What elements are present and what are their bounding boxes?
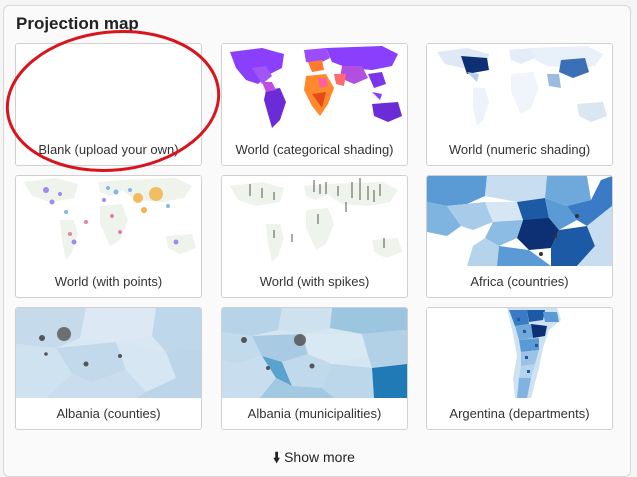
template-card-africa[interactable]: Africa (countries) xyxy=(426,175,613,298)
arrow-down-icon: 🠛 xyxy=(273,449,281,465)
africa-thumbnail xyxy=(427,176,612,266)
card-label: World (with points) xyxy=(54,274,163,289)
card-label: Argentina (departments) xyxy=(449,406,590,421)
show-more-label: Show more xyxy=(284,449,355,465)
card-label: Blank (upload your own) xyxy=(38,142,179,157)
card-label: Africa (countries) xyxy=(470,274,569,289)
template-card-world-points[interactable]: World (with points) xyxy=(15,175,202,298)
world-categorical-thumbnail xyxy=(222,44,407,134)
blank-thumbnail xyxy=(16,44,201,134)
template-card-argentina[interactable]: Argentina (departments) xyxy=(426,307,613,430)
template-card-albania-municipalities[interactable]: Albania (municipalities) xyxy=(221,307,408,430)
card-label: Albania (municipalities) xyxy=(247,406,382,421)
template-card-world-spikes[interactable]: World (with spikes) xyxy=(221,175,408,298)
world-points-thumbnail xyxy=(16,176,201,266)
template-card-blank[interactable]: Blank (upload your own) xyxy=(15,43,202,166)
section-title: Projection map xyxy=(16,14,139,33)
template-card-world-numeric[interactable]: World (numeric shading) xyxy=(426,43,613,166)
show-more-button[interactable]: 🠛 Show more xyxy=(16,444,612,470)
template-card-albania-counties[interactable]: Albania (counties) xyxy=(15,307,202,430)
argentina-thumbnail xyxy=(427,308,612,398)
albania-municipalities-thumbnail xyxy=(222,308,407,398)
card-label: World (numeric shading) xyxy=(448,142,591,157)
template-card-world-categorical[interactable]: World (categorical shading) xyxy=(221,43,408,166)
world-numeric-thumbnail xyxy=(427,44,612,134)
albania-counties-thumbnail xyxy=(16,308,201,398)
card-label: World (categorical shading) xyxy=(235,142,394,157)
card-label: World (with spikes) xyxy=(259,274,370,289)
card-label: Albania (counties) xyxy=(56,406,161,421)
world-spikes-thumbnail xyxy=(222,176,407,266)
